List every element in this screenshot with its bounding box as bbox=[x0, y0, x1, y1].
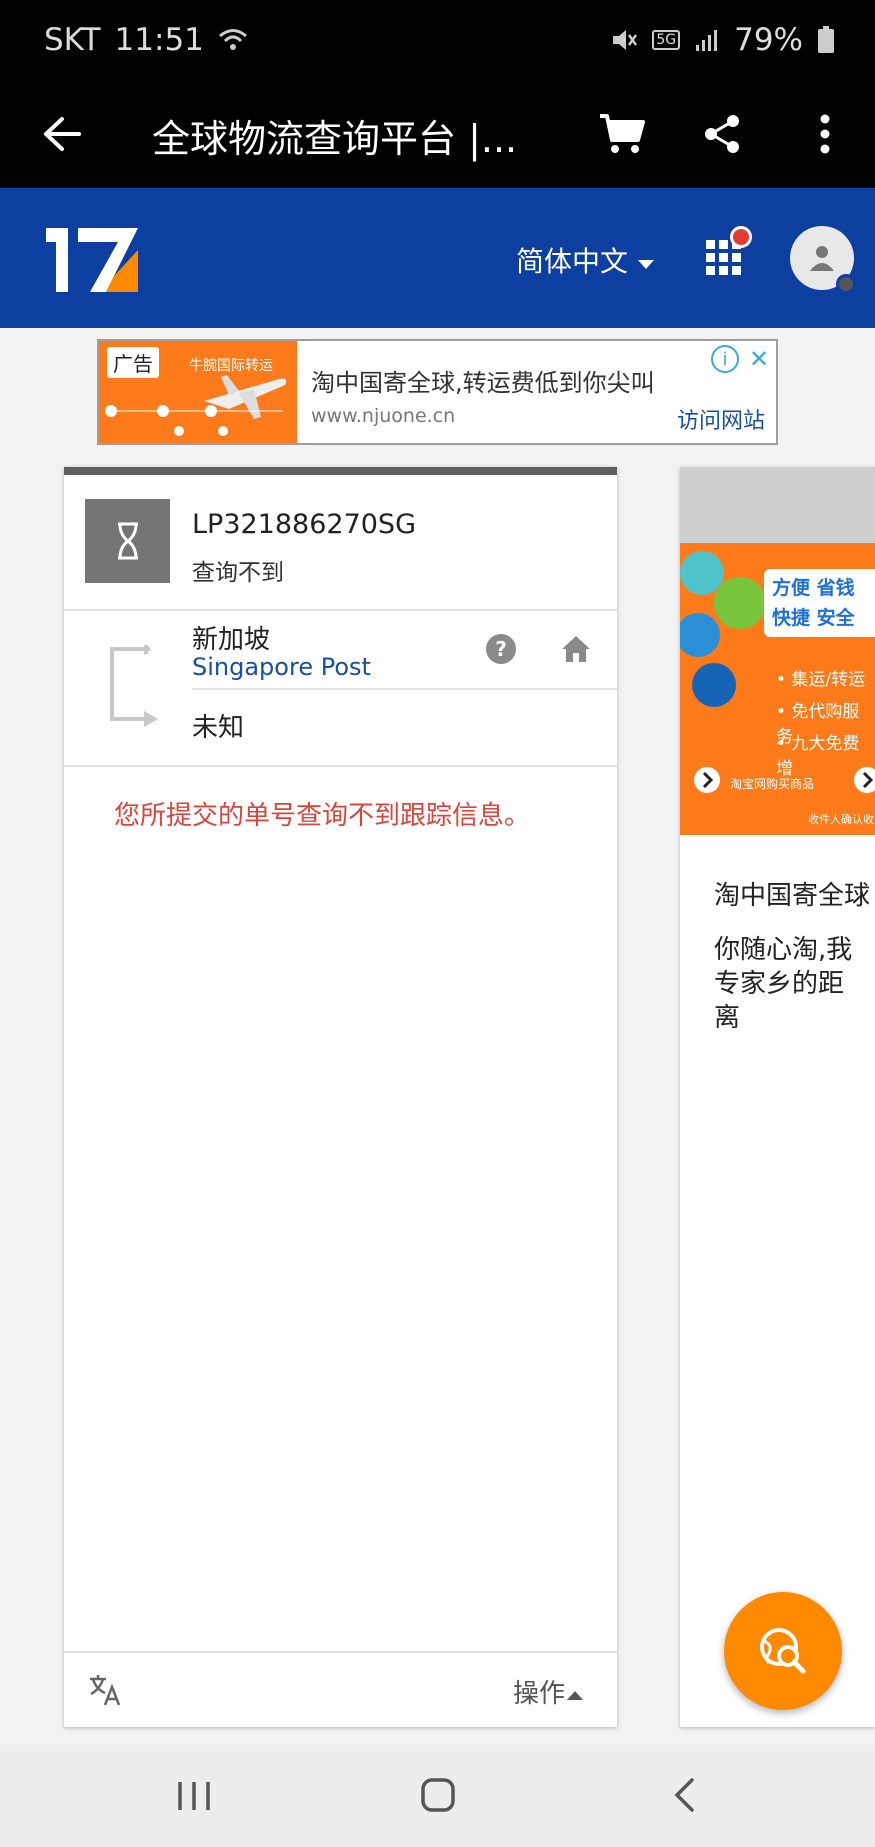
notification-badge bbox=[730, 226, 752, 248]
page-title: 全球物流查询平台 |... bbox=[152, 117, 518, 161]
tracking-status: 查询不到 bbox=[192, 560, 284, 586]
side-ad-image[interactable]: 方便 省钱 快捷 安全 • 集运/转运 • 免代购服务 • 九大免费增 淘宝网购… bbox=[680, 543, 875, 835]
divider bbox=[192, 688, 617, 690]
recent-apps-icon[interactable] bbox=[172, 1777, 216, 1815]
battery-percent: 79% bbox=[734, 22, 803, 58]
cart-icon[interactable] bbox=[592, 104, 652, 164]
origin-country: 新加坡 bbox=[192, 625, 271, 655]
globe-search-icon bbox=[760, 1628, 806, 1674]
divider bbox=[64, 609, 617, 611]
site-logo[interactable] bbox=[42, 222, 142, 294]
site-header: 简体中文 bbox=[0, 188, 875, 328]
back-arrow-icon[interactable] bbox=[34, 106, 90, 162]
ad-steps-graphic bbox=[105, 405, 283, 436]
lanterns-graphic bbox=[680, 551, 766, 707]
side-ad-header bbox=[680, 467, 875, 543]
help-icon[interactable]: ? bbox=[486, 634, 516, 664]
ad-title[interactable]: 淘中国寄全球,转运费低到你尖叫 bbox=[311, 363, 655, 398]
carrier-name: SKT bbox=[44, 22, 101, 58]
translate-icon[interactable] bbox=[88, 1673, 122, 1707]
signal-icon bbox=[694, 27, 720, 53]
wifi-icon bbox=[218, 27, 248, 53]
card-footer: 操作 bbox=[64, 1651, 617, 1727]
side-ad-card[interactable]: 方便 省钱 快捷 安全 • 集运/转运 • 免代购服务 • 九大免费增 淘宝网购… bbox=[680, 467, 875, 1727]
hourglass-icon bbox=[85, 499, 170, 583]
mute-icon bbox=[610, 26, 638, 54]
home-icon[interactable] bbox=[560, 634, 592, 664]
ad-banner[interactable]: 广告 牛腕国际转运 淘中国寄全球,转运费低到你尖叫 www.njuone.cn … bbox=[97, 339, 778, 445]
destination-country: 未知 bbox=[192, 713, 245, 743]
language-label: 简体中文 bbox=[516, 245, 629, 278]
side-ad-item: • 集运/转运 bbox=[776, 670, 866, 690]
ad-image[interactable]: 广告 牛腕国际转运 bbox=[99, 341, 297, 443]
caret-up-icon bbox=[567, 1677, 583, 1707]
route-arrow-icon bbox=[104, 644, 162, 727]
network-5g-icon: 5G bbox=[652, 30, 681, 50]
ad-visit-link[interactable]: 访问网站 bbox=[677, 403, 765, 435]
home-button-icon[interactable] bbox=[418, 1775, 458, 1815]
side-ad-bar-text: 收件人确认收 bbox=[808, 813, 874, 826]
more-options-icon[interactable] bbox=[800, 104, 850, 164]
divider bbox=[64, 765, 617, 767]
side-ad-title: 淘中国寄全球 bbox=[714, 881, 871, 911]
tracking-number[interactable]: LP321886270SG bbox=[192, 509, 416, 540]
search-fab[interactable] bbox=[724, 1592, 842, 1710]
status-bar: SKT 11:51 5G 79% bbox=[0, 0, 875, 84]
carrier-link[interactable]: Singapore Post bbox=[192, 653, 371, 681]
avatar-status-dot bbox=[836, 274, 856, 294]
clock: 11:51 bbox=[114, 22, 204, 58]
language-selector[interactable]: 简体中文 bbox=[516, 240, 655, 280]
system-nav-bar bbox=[0, 1745, 875, 1847]
ad-info-icon[interactable]: i bbox=[711, 345, 739, 373]
back-button-icon[interactable] bbox=[664, 1775, 704, 1815]
browser-toolbar: 全球物流查询平台 |... bbox=[0, 84, 875, 188]
side-ad-description: 你随心淘,我专家乡的距离 bbox=[714, 935, 853, 1033]
battery-icon bbox=[817, 26, 835, 54]
share-icon[interactable] bbox=[692, 104, 752, 164]
actions-menu[interactable]: 操作 bbox=[513, 1673, 583, 1710]
ad-close-icon[interactable]: ✕ bbox=[745, 345, 773, 373]
user-icon bbox=[810, 246, 834, 271]
chevron-right-icon bbox=[854, 767, 875, 793]
ad-url: www.njuone.cn bbox=[311, 405, 456, 427]
side-ad-tag: 方便 省钱 快捷 安全 bbox=[764, 569, 875, 637]
ad-label: 广告 bbox=[107, 347, 159, 378]
tracking-card: LP321886270SG 查询不到 新加坡 Singapore Post ? … bbox=[64, 467, 617, 1727]
actions-label: 操作 bbox=[512, 1679, 565, 1709]
side-ad-bar-text: 淘宝网购买商品 bbox=[730, 777, 815, 791]
chevron-right-icon bbox=[694, 767, 720, 793]
caret-down-icon bbox=[638, 244, 655, 277]
no-tracking-message: 您所提交的单号查询不到跟踪信息。 bbox=[114, 801, 531, 831]
